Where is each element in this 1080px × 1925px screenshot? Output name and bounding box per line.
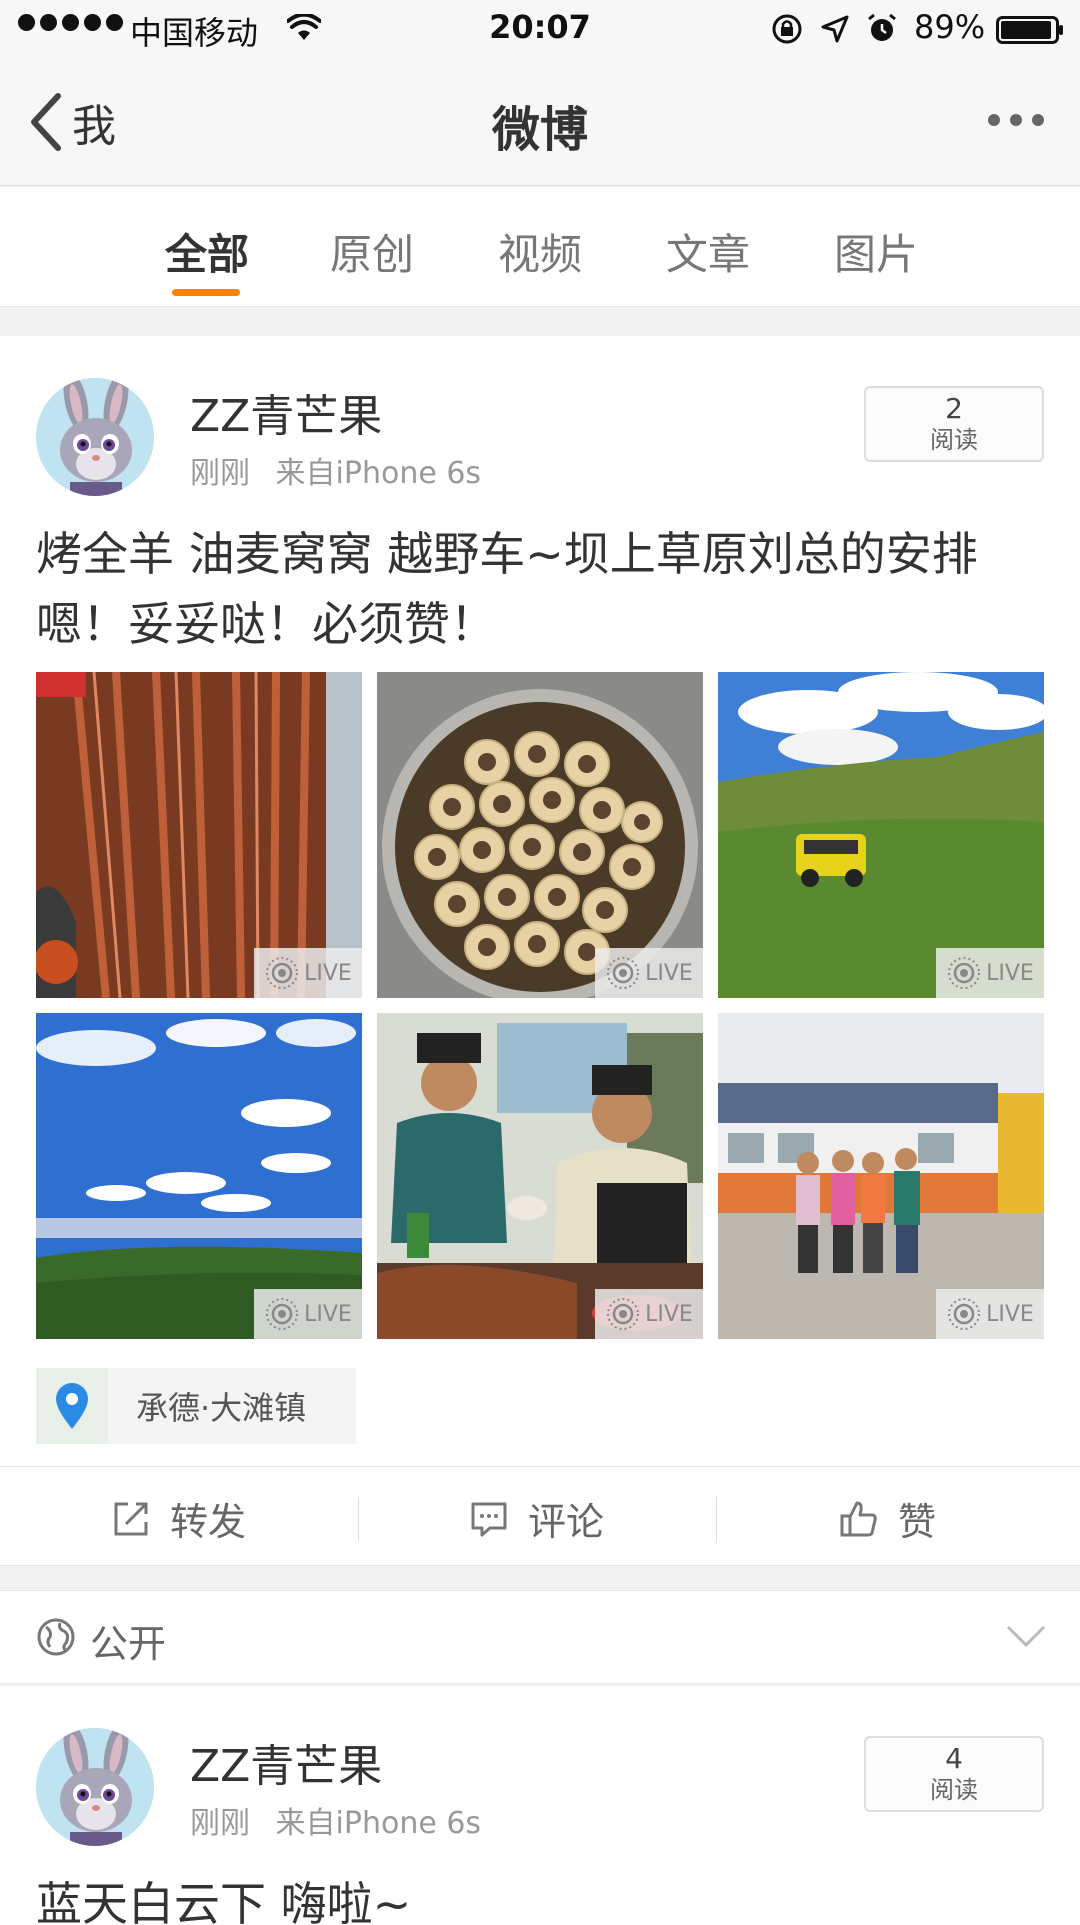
post-time: 刚刚 xyxy=(190,456,250,491)
post-photo[interactable]: LIVE xyxy=(377,1013,703,1339)
read-count: 2 xyxy=(945,392,963,425)
username[interactable]: ZZ青芒果 xyxy=(190,1730,382,1794)
divider xyxy=(716,1497,717,1541)
avatar[interactable] xyxy=(36,378,154,496)
comment-button[interactable]: 评论 xyxy=(468,1491,604,1546)
live-photo-icon xyxy=(948,957,981,989)
post-photo[interactable]: LIVE xyxy=(36,672,362,998)
live-photo-badge: LIVE xyxy=(254,948,362,998)
post-meta: 刚刚 来自iPhone 6s xyxy=(190,448,481,492)
live-badge-label: LIVE xyxy=(304,1301,352,1327)
chevron-down-icon[interactable] xyxy=(1004,1621,1048,1651)
thumbs-up-icon xyxy=(840,1501,877,1536)
active-tab-indicator xyxy=(172,289,240,296)
filter-tabs: 全部 原创 视频 文章 图片 xyxy=(0,187,1080,307)
live-badge-label: LIVE xyxy=(986,1301,1034,1327)
tab-article[interactable]: 文章 xyxy=(666,221,750,282)
tab-all[interactable]: 全部 xyxy=(165,221,249,282)
battery-percentage: 89% xyxy=(914,8,986,46)
page-title: 微博 xyxy=(491,102,588,158)
location-tag[interactable]: 承德·大滩镇 xyxy=(36,1368,356,1444)
back-button[interactable]: 我 xyxy=(28,90,116,154)
live-badge-label: LIVE xyxy=(645,960,693,986)
comment-label: 评论 xyxy=(528,1500,605,1544)
post-photo[interactable]: LIVE xyxy=(377,672,703,998)
read-count-box: 4 阅读 xyxy=(864,1736,1044,1812)
post-card[interactable]: ZZ青芒果 刚刚 来自iPhone 6s 4 阅读 蓝天白云下 嗨啦~ xyxy=(0,1686,1080,1925)
visibility-row[interactable]: 公开 xyxy=(0,1590,1080,1684)
battery-icon xyxy=(996,16,1063,44)
location-label: 承德·大滩镇 xyxy=(136,1389,307,1427)
username[interactable]: ZZ青芒果 xyxy=(190,380,382,444)
live-photo-icon xyxy=(607,1298,640,1330)
navigation-bar: 我 微博 xyxy=(0,60,1080,186)
post-photo[interactable]: LIVE xyxy=(718,1013,1044,1339)
post-source: 来自iPhone 6s xyxy=(275,1806,482,1841)
more-options-button[interactable] xyxy=(988,114,1044,126)
tab-photo[interactable]: 图片 xyxy=(834,221,918,282)
repost-button[interactable]: 转发 xyxy=(110,1491,246,1546)
globe-icon xyxy=(37,1618,75,1656)
map-pin-icon xyxy=(36,1368,108,1444)
live-photo-icon xyxy=(607,957,640,989)
read-count: 4 xyxy=(945,1742,963,1775)
live-photo-badge: LIVE xyxy=(936,1289,1044,1339)
read-label: 阅读 xyxy=(930,1776,978,1804)
live-badge-label: LIVE xyxy=(986,960,1034,986)
post-meta: 刚刚 来自iPhone 6s xyxy=(190,1798,481,1842)
live-photo-badge: LIVE xyxy=(595,1289,703,1339)
post-time: 刚刚 xyxy=(190,1806,250,1841)
post-source: 来自iPhone 6s xyxy=(275,456,482,491)
avatar[interactable] xyxy=(36,1728,154,1846)
live-badge-label: LIVE xyxy=(645,1301,693,1327)
post-text[interactable]: 蓝天白云下 嗨啦~ xyxy=(36,1869,1046,1925)
read-label: 阅读 xyxy=(930,426,978,454)
post-photo[interactable]: LIVE xyxy=(36,1013,362,1339)
status-bar: 中国移动 20:07 89% xyxy=(0,0,1080,60)
post-photo[interactable]: LIVE xyxy=(718,672,1044,998)
live-photo-icon xyxy=(948,1298,981,1330)
rabbit-avatar-icon xyxy=(36,378,154,496)
comment-icon xyxy=(471,1502,507,1536)
divider xyxy=(358,1497,359,1541)
tab-original[interactable]: 原创 xyxy=(330,221,414,282)
back-label: 我 xyxy=(72,101,116,152)
live-photo-icon xyxy=(266,957,299,989)
read-count-box: 2 阅读 xyxy=(864,386,1044,462)
post-text[interactable]: 烤全羊 油麦窝窝 越野车~坝上草原刘总的安排 嗯！妥妥哒！必须赞！ xyxy=(36,519,1046,659)
location-services-icon xyxy=(821,15,849,43)
alarm-icon xyxy=(868,13,896,41)
visibility-label: 公开 xyxy=(90,1622,167,1666)
like-button[interactable]: 赞 xyxy=(838,1491,936,1546)
live-photo-badge: LIVE xyxy=(936,948,1044,998)
live-photo-badge: LIVE xyxy=(254,1289,362,1339)
share-icon xyxy=(114,1502,148,1535)
live-photo-badge: LIVE xyxy=(595,948,703,998)
repost-label: 转发 xyxy=(170,1500,247,1544)
rotation-lock-icon xyxy=(772,14,802,44)
like-label: 赞 xyxy=(898,1500,937,1544)
chevron-left-icon xyxy=(31,93,61,151)
rabbit-avatar-icon xyxy=(36,1728,154,1846)
live-photo-icon xyxy=(266,1298,299,1330)
post-action-bar: 转发 评论 赞 xyxy=(0,1466,1080,1566)
live-badge-label: LIVE xyxy=(304,960,352,986)
tab-video[interactable]: 视频 xyxy=(498,221,582,282)
